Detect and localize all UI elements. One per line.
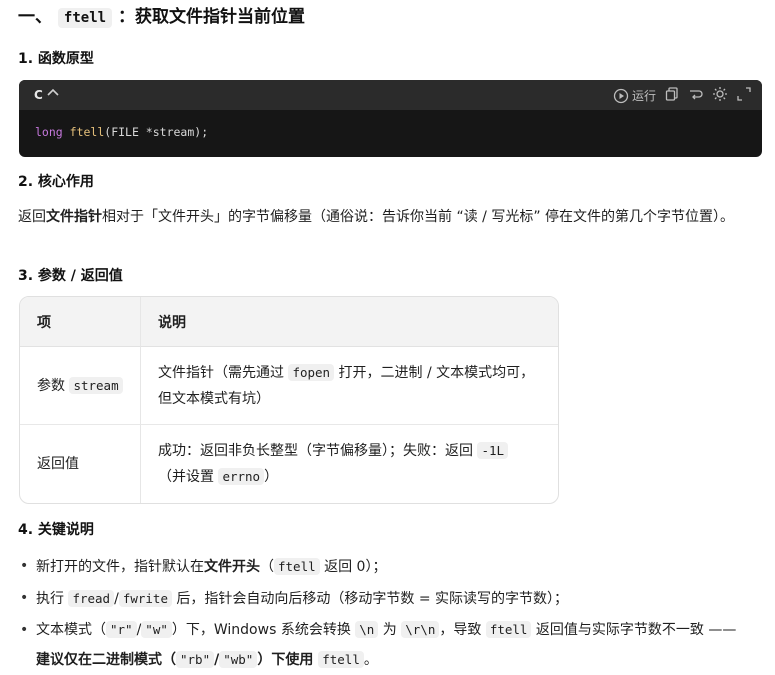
purpose-bold: 文件指针 [46,209,102,225]
item-text: ，导致 [439,622,486,638]
item-code: "r" [106,621,137,638]
table-header-desc: 说明 [141,297,558,347]
cell-code: stream [69,376,123,394]
section-heading-prototype: 1. 函数原型 [18,51,94,67]
page-title: 一、 ftell ：获取文件指针当前位置 [18,2,305,28]
cell-text: （并设置 [158,469,219,485]
item-code: ftell [485,621,532,638]
title-suffix: ：获取文件指针当前位置 [118,7,305,27]
purpose-paragraph: 返回文件指针相对于「文件开头」的字节偏移量（通俗说：告诉你当前 “读 / 写光标… [18,205,758,230]
run-button[interactable]: 运行 [613,87,656,104]
cell-text: 成功：返回非负长整型（字节偏移量）；失败：返回 [158,443,478,459]
table-cell-item: 返回值 [20,425,141,503]
item-text: 返回 0）； [319,559,387,575]
item-code: ftell [318,651,364,668]
table-cell-desc: 成功：返回非负长整型（字节偏移量）；失败：返回 -1L （并设置 errno） [141,425,558,503]
item-code: \r\n [401,621,440,638]
item-code: \n [355,621,379,638]
section-heading-notes: 4. 关键说明 [18,522,94,538]
item-text: 。 [363,652,378,668]
cell-code: fopen [288,363,335,381]
code-keyword: long [35,125,63,139]
item-text: ）下，Windows 系统会转换 [171,622,356,638]
run-icon [613,88,629,103]
list-item: 文本模式（"r"/"w"）下，Windows 系统会转换 \n 为 \r\n，导… [18,615,768,675]
code-block-header: C 运行 [19,80,762,110]
code-function: ftell [69,125,105,139]
item-text: 执行 [36,591,69,607]
code-line: long ftell(FILE *stream); [35,125,208,139]
params-table: 项 说明 参数 stream 文件指针（需先通过 fopen 打开，二进制 / … [19,296,559,504]
theme-icon[interactable] [712,86,728,105]
item-bold: 文件开头 [204,559,260,575]
table-cell-desc: 文件指针（需先通过 fopen 打开，二进制 / 文本模式均可，但文本模式有坑） [141,347,558,425]
table-row: 参数 stream 文件指针（需先通过 fopen 打开，二进制 / 文本模式均… [20,347,558,425]
item-code: fwrite [118,590,172,607]
table-header-item: 项 [20,297,141,347]
item-text: （ [260,559,274,575]
item-code: fread [68,590,115,607]
cell-text: 文件指针（需先通过 [158,364,289,381]
table-cell-item: 参数 stream [20,347,141,425]
copy-icon[interactable] [664,86,680,105]
item-text: 为 [378,622,402,638]
item-text: 后，指针会自动向后移动（移动字节数 = 实际读写的字节数）； [171,591,569,607]
section-heading-params: 3. 参数 / 返回值 [18,268,123,284]
title-prefix: 一、 [18,7,52,27]
table-row: 返回值 成功：返回非负长整型（字节偏移量）；失败：返回 -1L （并设置 errn… [20,425,558,503]
purpose-text-2: 相对于「文件开头」的字节偏移量（通俗说：告诉你当前 “读 / 写光标” 停在文件… [102,209,735,225]
code-params: (FILE *stream); [104,125,209,139]
run-label: 运行 [631,89,656,103]
list-item: 执行 fread/fwrite 后，指针会自动向后移动（移动字节数 = 实际读写… [18,583,768,615]
item-text: 文本模式（ [36,622,106,638]
item-code: "rb" [176,651,215,668]
purpose-text-1: 返回 [18,209,46,225]
cell-text: ） [264,469,279,485]
item-code: ftell [274,558,320,575]
cell-code: -1L [477,442,509,459]
item-code: "wb" [219,651,258,668]
item-text: 返回值与实际字节数不一致 —— [531,622,737,638]
cell-text: 参数 [37,377,70,394]
collapse-caret-icon[interactable] [47,86,59,100]
item-bold: 建议仅在二进制模式（ [36,652,176,668]
list-item: 新打开的文件，指针默认在文件开头（ftell 返回 0）； [18,551,768,583]
table-header-row: 项 说明 [20,297,558,347]
item-code: "w" [141,621,172,638]
expand-icon[interactable] [736,86,752,105]
item-text: 新打开的文件，指针默认在 [36,559,204,575]
notes-list: 新打开的文件，指针默认在文件开头（ftell 返回 0）； 执行 fread/f… [18,551,768,675]
cell-code: errno [218,468,265,485]
section-heading-purpose: 2. 核心作用 [18,174,94,190]
wrap-icon[interactable] [688,86,704,105]
title-code: ftell [57,8,113,28]
code-toolbar: 运行 [613,86,752,105]
code-block: C 运行 long ftell(FILE *stream); [19,80,762,157]
item-bold: ）下使用 [257,652,319,668]
code-language: C [34,88,43,102]
